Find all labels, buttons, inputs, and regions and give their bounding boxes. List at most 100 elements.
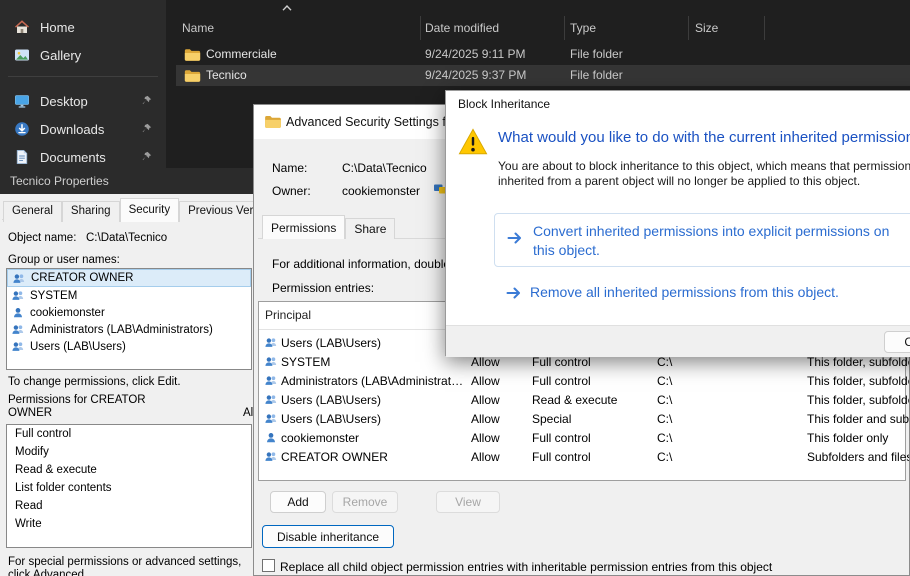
folder-icon — [184, 48, 201, 62]
permission-item[interactable]: Read & execute — [7, 461, 251, 479]
permission-item[interactable]: List folder contents — [7, 479, 251, 497]
object-name-value: C:\Data\Tecnico — [86, 232, 167, 244]
sidebar-item-downloads[interactable]: Downloads — [4, 116, 162, 142]
principal-name: CREATOR OWNER — [31, 272, 133, 284]
sidebar-item-label: Documents — [40, 150, 106, 165]
permission-item[interactable]: Full control — [7, 425, 251, 443]
tab-permissions[interactable]: Permissions — [262, 215, 345, 239]
replace-permissions-checkbox[interactable] — [262, 559, 275, 572]
sort-ascending-icon — [282, 5, 292, 11]
principal-name: Administrators (LAB\Administrators) — [30, 324, 213, 336]
disable-inheritance-button[interactable]: Disable inheritance — [262, 525, 394, 548]
permissions-list[interactable]: Full control Modify Read & execute List … — [6, 424, 252, 548]
list-item-administrators[interactable]: Administrators (LAB\Administrators) — [7, 321, 251, 338]
list-item-creator-owner[interactable]: CREATOR OWNER — [7, 269, 251, 287]
permission-entry-row[interactable]: CREATOR OWNER Allow Full control C:\ Sub… — [259, 448, 905, 467]
permission-entry-row[interactable]: cookiemonster Allow Full control C:\ Thi… — [259, 429, 905, 448]
file-list-header: Name Date modified Type Size — [176, 14, 910, 42]
entry-type: Allow — [471, 431, 500, 445]
column-header-type[interactable]: Type — [570, 21, 596, 35]
group-icon — [11, 340, 25, 353]
remove-button[interactable]: Remove — [332, 491, 398, 513]
link-line: Remove all inherited permissions from th… — [530, 284, 839, 300]
entry-inherited-from: C:\ — [657, 393, 672, 407]
view-button[interactable]: View — [436, 491, 500, 513]
tab-sharing[interactable]: Sharing — [62, 201, 120, 222]
sidebar-item-desktop[interactable]: Desktop — [4, 88, 162, 114]
file-row-commerciale[interactable]: Commerciale 9/24/2025 9:11 PM File folde… — [176, 44, 910, 65]
permission-label: Read & execute — [15, 464, 97, 476]
group-icon — [12, 272, 26, 285]
group-icon — [264, 374, 278, 387]
properties-dialog: Tecnico Properties General Sharing Secur… — [0, 168, 264, 576]
permission-item[interactable]: Read — [7, 497, 251, 515]
entry-access: Full control — [532, 374, 591, 388]
gallery-icon — [14, 47, 30, 63]
cancel-button[interactable]: Cancel — [884, 331, 910, 353]
column-header-size[interactable]: Size — [695, 21, 718, 35]
permission-item[interactable]: Write — [7, 515, 251, 533]
permission-item[interactable]: Modify — [7, 443, 251, 461]
principal-name: SYSTEM — [30, 290, 77, 302]
convert-permissions-link[interactable]: Convert inherited permissions into expli… — [494, 213, 910, 267]
advanced-note: For special permissions or advanced sett… — [8, 556, 248, 576]
file-name: Tecnico — [206, 68, 247, 82]
user-icon — [264, 431, 278, 444]
entry-inherited-from: C:\ — [657, 355, 672, 369]
block-inheritance-titlebar[interactable]: Block Inheritance — [446, 91, 910, 117]
entry-type: Allow — [471, 450, 500, 464]
column-header-principal[interactable]: Principal — [265, 308, 311, 322]
list-item-users[interactable]: Users (LAB\Users) — [7, 338, 251, 355]
name-label: Name: — [272, 161, 307, 175]
replace-permissions-label: Replace all child object permission entr… — [280, 560, 772, 574]
column-separator — [420, 16, 421, 40]
dialog-body-text: You are about to block inheritance to th… — [498, 159, 910, 189]
group-icon — [264, 412, 278, 425]
tab-share[interactable]: Share — [345, 218, 395, 239]
permission-entry-row[interactable]: Users (LAB\Users) Allow Read & execute C… — [259, 391, 905, 410]
tab-security[interactable]: Security — [120, 198, 180, 222]
permission-entry-row[interactable]: Administrators (LAB\Administrators) Allo… — [259, 372, 905, 391]
entry-inherited-from: C:\ — [657, 412, 672, 426]
list-item-system[interactable]: SYSTEM — [7, 287, 251, 304]
folder-icon — [184, 69, 201, 83]
add-button[interactable]: Add — [270, 491, 326, 513]
entry-inherited-from: C:\ — [657, 450, 672, 464]
sidebar-separator — [8, 76, 158, 77]
file-row-tecnico[interactable]: Tecnico 9/24/2025 9:37 PM File folder — [176, 65, 910, 86]
entry-type: Allow — [471, 393, 500, 407]
permission-entries-label: Permission entries: — [272, 281, 374, 295]
permission-label: List folder contents — [15, 482, 112, 494]
group-icon — [11, 289, 25, 302]
file-type: File folder — [570, 68, 623, 82]
permission-label: Full control — [15, 428, 71, 440]
entry-applies-to: This folder, subfolders and files — [807, 393, 910, 407]
permission-label: Modify — [15, 446, 49, 458]
file-date: 9/24/2025 9:11 PM — [425, 47, 526, 61]
remove-permissions-link[interactable]: Remove all inherited permissions from th… — [506, 283, 839, 302]
entry-inherited-from: C:\ — [657, 374, 672, 388]
list-item-cookiemonster[interactable]: cookiemonster — [7, 304, 251, 321]
entry-type: Allow — [471, 355, 500, 369]
sidebar-item-documents[interactable]: Documents — [4, 144, 162, 170]
group-icon — [264, 355, 278, 368]
sidebar-item-home[interactable]: Home — [4, 14, 162, 40]
column-header-date-modified[interactable]: Date modified — [425, 21, 499, 35]
column-header-name[interactable]: Name — [182, 21, 214, 35]
permission-entry-row[interactable]: Users (LAB\Users) Allow Special C:\ This… — [259, 410, 905, 429]
tab-general[interactable]: General — [3, 201, 62, 222]
tab-previous-versions[interactable]: Previous Versions — [179, 201, 264, 222]
link-line: this object. — [533, 241, 889, 260]
sidebar-item-gallery[interactable]: Gallery — [4, 42, 162, 68]
entry-applies-to: Subfolders and files only — [807, 450, 910, 464]
arrow-right-icon — [506, 287, 522, 299]
file-name: Commerciale — [206, 47, 277, 61]
group-icon — [264, 336, 278, 349]
sidebar-item-label: Downloads — [40, 122, 104, 137]
permission-label: Write — [15, 518, 42, 530]
entry-principal: Users (LAB\Users) — [281, 412, 465, 426]
properties-titlebar[interactable]: Tecnico Properties — [0, 168, 264, 194]
group-user-list[interactable]: CREATOR OWNER SYSTEM cookiemonster Admin… — [6, 268, 252, 370]
group-user-names-label: Group or user names: — [8, 254, 120, 266]
desktop-icon — [14, 93, 30, 109]
